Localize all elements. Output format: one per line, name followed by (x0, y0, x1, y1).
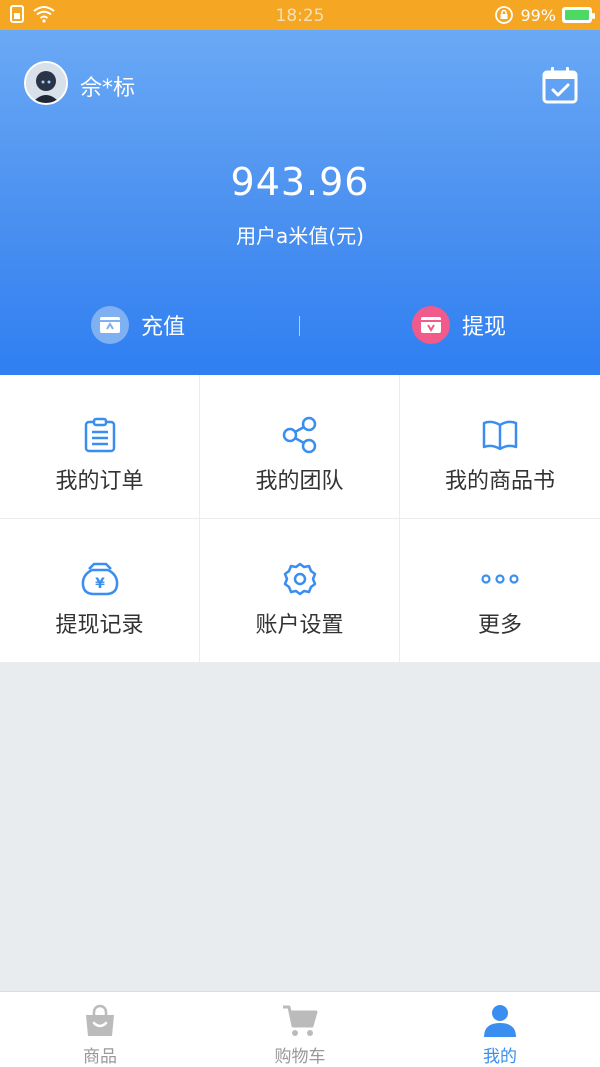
nav-label: 我的 (483, 1047, 517, 1067)
menu-account-settings[interactable]: 账户设置 (200, 519, 400, 663)
battery-level (565, 10, 589, 20)
status-bar: 18:25 99% (0, 0, 600, 30)
recharge-label: 充值 (141, 315, 186, 340)
svg-text:¥: ¥ (95, 576, 105, 592)
feature-grid: 我的订单 我的团队 我的商品书 ¥ 提现记录 账户设置 更多 (0, 375, 600, 663)
nav-products[interactable]: 商品 (0, 992, 200, 1067)
recharge-icon (91, 306, 129, 344)
menu-my-orders[interactable]: 我的订单 (0, 375, 200, 519)
username: 佘*标 (80, 76, 136, 101)
menu-label: 我的商品书 (444, 469, 555, 494)
recharge-button[interactable]: 充值 (91, 302, 185, 348)
withdraw-label: 提现 (462, 315, 507, 340)
header-actions: 充值 提现 (0, 302, 600, 348)
lock-rotation-icon (495, 6, 514, 24)
nav-mine[interactable]: 我的 (400, 992, 600, 1067)
user-icon (480, 1002, 520, 1040)
clipboard-icon (80, 415, 120, 455)
nav-label: 商品 (83, 1047, 117, 1067)
money-bag-icon: ¥ (80, 559, 120, 599)
battery-icon (562, 7, 595, 23)
menu-my-product-book[interactable]: 我的商品书 (400, 375, 600, 519)
avatar-image (26, 63, 66, 103)
withdraw-icon (412, 306, 450, 344)
menu-withdraw-records[interactable]: ¥ 提现记录 (0, 519, 200, 663)
menu-label: 账户设置 (255, 613, 344, 638)
battery-percent: 99% (520, 5, 556, 25)
calendar-check-icon[interactable] (542, 66, 578, 104)
nav-cart[interactable]: 购物车 (200, 992, 400, 1067)
menu-label: 更多 (477, 613, 522, 638)
avatar[interactable] (24, 61, 68, 105)
actions-divider (299, 316, 300, 336)
bottom-nav: 商品 购物车 我的 (0, 991, 600, 1067)
nav-label: 购物车 (274, 1047, 326, 1067)
menu-more[interactable]: 更多 (400, 519, 600, 663)
cart-icon (280, 1002, 320, 1040)
shopping-bag-icon (80, 1002, 120, 1040)
menu-label: 我的订单 (55, 469, 144, 494)
balance-label: 用户a米值(元) (236, 224, 364, 248)
gear-icon (280, 559, 320, 599)
status-right-icons: 99% (494, 5, 595, 25)
more-dots-icon (480, 559, 520, 599)
menu-label: 我的团队 (255, 469, 344, 494)
account-header: 佘*标 943.96 用户a米值(元) 充值 提现 (0, 30, 600, 375)
balance-amount: 943.96 (230, 160, 370, 204)
share-nodes-icon (280, 415, 320, 455)
withdraw-button[interactable]: 提现 (412, 302, 506, 348)
menu-label: 提现记录 (55, 613, 144, 638)
book-icon (480, 415, 520, 455)
menu-my-team[interactable]: 我的团队 (200, 375, 400, 519)
